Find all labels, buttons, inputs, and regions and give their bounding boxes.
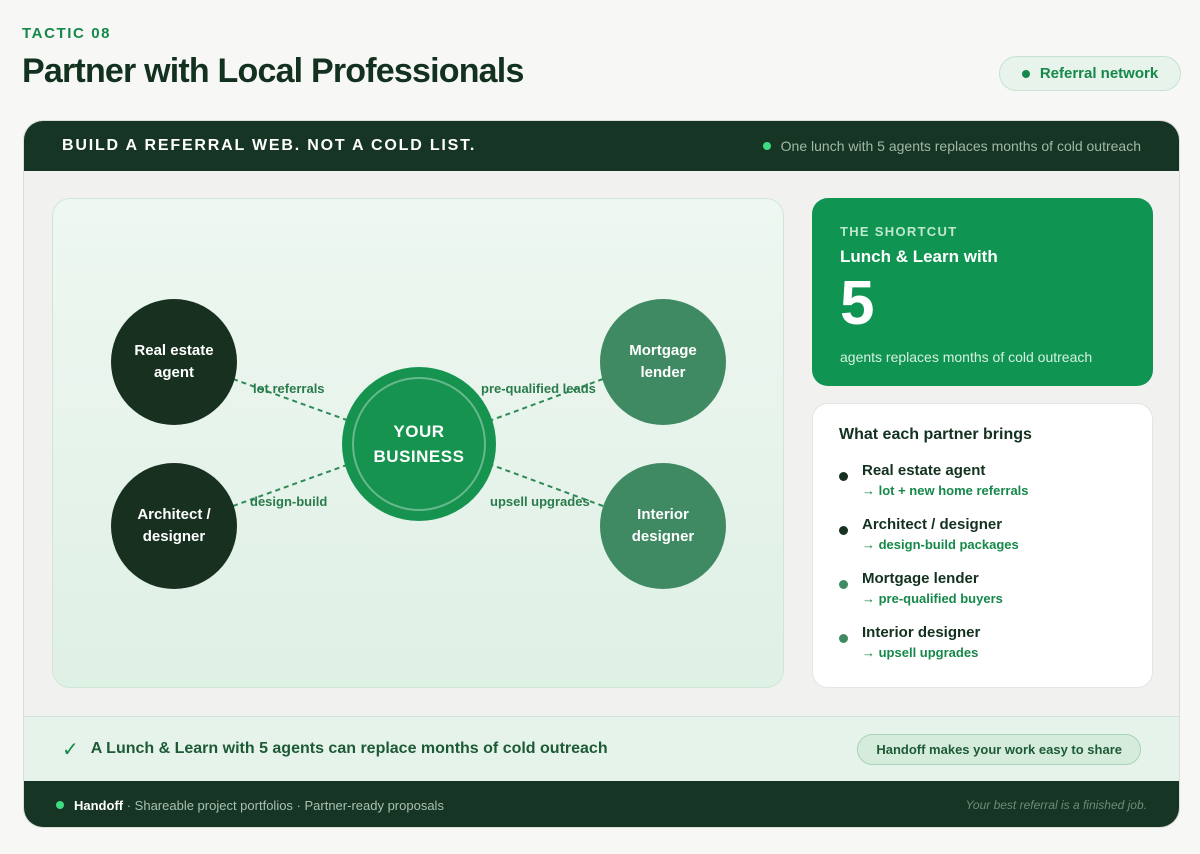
bullet-dot-icon (839, 526, 848, 535)
partner-benefit: → lot + new home referrals (862, 483, 1029, 498)
edge-label-design-build: design-build (250, 494, 328, 509)
partner-name: Interior designer (862, 624, 981, 641)
note-dot-icon (762, 142, 771, 150)
partner-benefit: → pre-qualified buyers (862, 591, 1003, 606)
footer-left: Handoff · Shareable project portfolios ·… (56, 798, 444, 813)
bullet-dot-icon (839, 472, 848, 481)
edge-label-pre-qualified: pre-qualified leads (481, 381, 596, 396)
partner-item-architect: Architect / designer → design-build pack… (839, 516, 1126, 552)
card-header-title: BUILD A REFERRAL WEB. NOT A COLD LIST. (62, 137, 477, 154)
node-label-line1: Mortgage (629, 342, 697, 359)
node-label-line2: lender (640, 364, 686, 381)
status-dot-icon (1021, 69, 1030, 78)
partner-name: Mortgage lender (862, 570, 979, 587)
node-your-business[interactable]: YOUR BUSINESS (342, 367, 496, 521)
shortcut-card: THE SHORTCUT Lunch & Learn with 5 agents… (812, 198, 1153, 386)
tactic-card: BUILD A REFERRAL WEB. NOT A COLD LIST. O… (23, 120, 1180, 828)
partner-benefit: → upsell upgrades (862, 645, 979, 660)
pill-label: Referral network (1039, 65, 1159, 82)
node-real-estate-agent[interactable]: Real estate agent (111, 299, 237, 425)
footer-dot-icon (56, 801, 64, 809)
footer-items: · Shareable project portfolios · Partner… (126, 797, 444, 813)
page-title: Partner with Local Professionals (22, 52, 524, 90)
shortcut-number: 5 (840, 269, 875, 338)
node-mortgage-lender[interactable]: Mortgage lender (600, 299, 726, 425)
banner-message: ✓ A Lunch & Learn with 5 agents can repl… (62, 737, 608, 762)
footer-brand: Handoff (74, 797, 124, 813)
node-architect-designer[interactable]: Architect / designer (111, 463, 237, 589)
card-header: BUILD A REFERRAL WEB. NOT A COLD LIST. O… (24, 121, 1179, 171)
partner-name: Architect / designer (862, 516, 1003, 533)
partner-benefits-card: What each partner brings Real estate age… (812, 403, 1153, 688)
referral-network-pill[interactable]: Referral network (999, 56, 1181, 91)
edge-label-upsell: upsell upgrades (490, 494, 590, 509)
banner-text: A Lunch & Learn with 5 agents can replac… (90, 740, 608, 757)
partner-benefit: → design-build packages (862, 537, 1019, 552)
center-line2: BUSINESS (373, 447, 465, 466)
node-label-line1: Interior (637, 506, 689, 523)
handoff-share-pill[interactable]: Handoff makes your work easy to share (857, 733, 1141, 765)
shortcut-desc: agents replaces months of cold outreach (840, 349, 1093, 365)
node-label-line2: designer (631, 528, 695, 545)
partner-item-mortgage: Mortgage lender → pre-qualified buyers (839, 570, 1126, 606)
node-interior-designer[interactable]: Interior designer (600, 463, 726, 589)
tactic-eyebrow: TACTIC 08 (22, 25, 112, 42)
card-header-note: One lunch with 5 agents replaces months … (762, 138, 1141, 154)
bullet-dot-icon (839, 580, 848, 589)
partners-title: What each partner brings (839, 426, 1032, 443)
card-header-note-text: One lunch with 5 agents replaces months … (780, 138, 1141, 154)
footer-tagline: Your best referral is a finished job. (965, 798, 1147, 812)
callout-banner: ✓ A Lunch & Learn with 5 agents can repl… (24, 716, 1179, 781)
node-label-line2: agent (153, 364, 194, 381)
center-line1: YOUR (393, 422, 445, 441)
checkmark-icon: ✓ (62, 738, 79, 761)
node-label-line1: Real estate (134, 342, 214, 359)
partner-item-interior: Interior designer → upsell upgrades (839, 624, 1126, 660)
shortcut-title: Lunch & Learn with (840, 247, 998, 266)
partner-item-real-estate: Real estate agent → lot + new home refer… (839, 462, 1126, 498)
card-footer: Handoff · Shareable project portfolios ·… (24, 781, 1179, 827)
referral-diagram: Real estate agent Architect / designer Mor… (52, 198, 784, 688)
edge-label-lot-referrals: lot referrals (253, 381, 325, 396)
shortcut-eyebrow: THE SHORTCUT (840, 224, 958, 239)
bullet-dot-icon (839, 634, 848, 643)
partner-name: Real estate agent (862, 462, 986, 479)
node-label-line2: designer (142, 528, 206, 545)
node-label-line1: Architect / (137, 506, 211, 523)
